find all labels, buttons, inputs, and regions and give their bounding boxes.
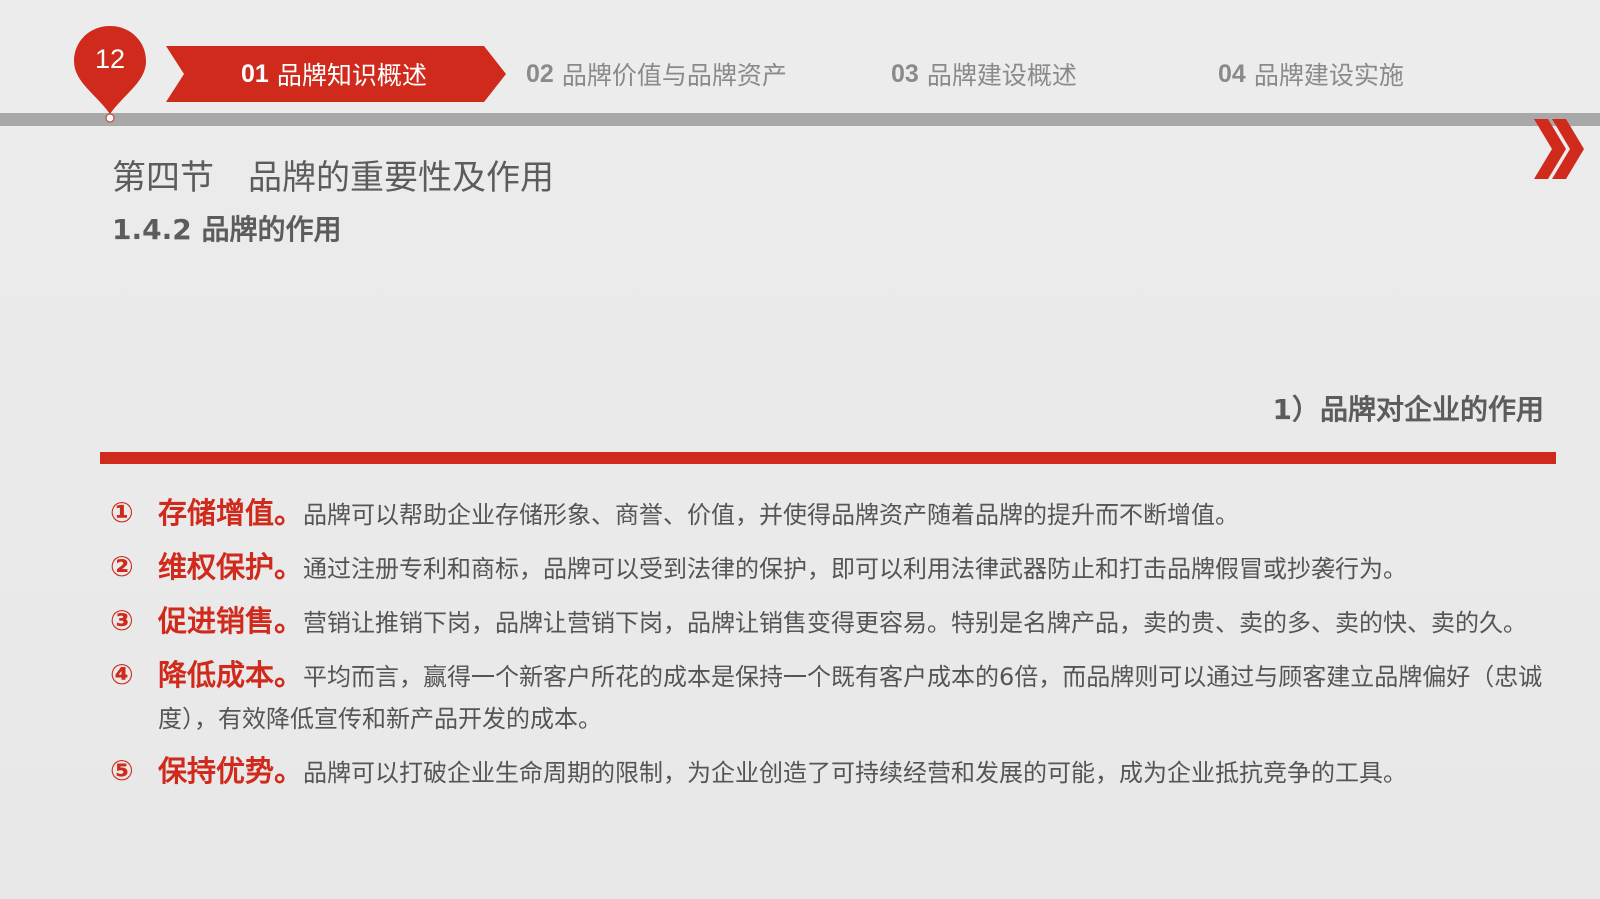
tab-number: 01 xyxy=(241,59,269,88)
next-slide-button[interactable] xyxy=(1532,117,1584,181)
item-number: ① xyxy=(110,496,134,529)
item-number: ⑤ xyxy=(110,754,134,787)
list-item: ⑤ 保持优势。品牌可以打破企业生命周期的限制，为企业创造了可持续经营和发展的可能… xyxy=(110,750,1558,794)
list-item: ④ 降低成本。平均而言，赢得一个新客户所花的成本是保持一个既有客户成本的6倍，而… xyxy=(110,654,1558,740)
tab-01-brand-knowledge[interactable]: 01 品牌知识概述 xyxy=(166,46,506,102)
item-number: ③ xyxy=(110,604,134,637)
item-label: 存储增值。 xyxy=(158,496,304,530)
list-item: ③ 促进销售。营销让推销下岗，品牌让营销下岗，品牌让销售变得更容易。特别是名牌产… xyxy=(110,600,1558,644)
double-chevron-right-icon xyxy=(1534,119,1584,179)
tab-03-brand-building-overview[interactable]: 03 品牌建设概述 xyxy=(891,46,1077,102)
function-list: ① 存储增值。品牌可以帮助企业存储形象、商誉、价值，并使得品牌资产随着品牌的提升… xyxy=(110,492,1558,804)
top-divider xyxy=(0,113,1600,126)
item-number: ④ xyxy=(110,658,134,691)
item-text: 通过注册专利和商标，品牌可以受到法律的保护，即可以利用法律武器防止和打击品牌假冒… xyxy=(303,555,1408,583)
list-item: ① 存储增值。品牌可以帮助企业存储形象、商誉、价值，并使得品牌资产随着品牌的提升… xyxy=(110,492,1558,536)
item-text: 平均而言，赢得一个新客户所花的成本是保持一个既有客户成本的6倍，而品牌则可以通过… xyxy=(158,663,1543,733)
tab-number: 02 xyxy=(526,59,554,88)
slide: 12 01 品牌知识概述 02 品牌价值与品牌资产 03 品牌建设概述 04 品… xyxy=(0,0,1600,899)
item-text: 营销让推销下岗，品牌让营销下岗，品牌让销售变得更容易。特别是名牌产品，卖的贵、卖… xyxy=(303,609,1528,637)
tab-02-brand-value[interactable]: 02 品牌价值与品牌资产 xyxy=(526,46,787,102)
tab-04-brand-building-implementation[interactable]: 04 品牌建设实施 xyxy=(1218,46,1404,102)
page-number-pin: 12 xyxy=(72,24,148,124)
tab-label: 品牌建设概述 xyxy=(926,61,1077,90)
section-subtitle: 1.4.2 品牌的作用 xyxy=(112,213,342,246)
page-number: 12 xyxy=(94,44,126,74)
item-number: ② xyxy=(110,550,134,583)
item-label: 促进销售。 xyxy=(158,604,304,638)
tab-label: 品牌价值与品牌资产 xyxy=(561,61,787,90)
tab-label: 品牌知识概述 xyxy=(276,61,427,90)
item-label: 降低成本。 xyxy=(158,658,304,692)
list-item: ② 维权保护。通过注册专利和商标，品牌可以受到法律的保护，即可以利用法律武器防止… xyxy=(110,546,1558,590)
item-text: 品牌可以打破企业生命周期的限制，为企业创造了可持续经营和发展的可能，成为企业抵抗… xyxy=(303,759,1408,787)
section-title: 第四节 品牌的重要性及作用 xyxy=(112,158,554,198)
tab-number: 04 xyxy=(1218,59,1246,88)
item-text: 品牌可以帮助企业存储形象、商誉、价值，并使得品牌资产随着品牌的提升而不断增值。 xyxy=(303,501,1240,529)
tab-label: 品牌建设实施 xyxy=(1253,61,1404,90)
map-pin-icon xyxy=(74,26,146,123)
tab-number: 03 xyxy=(891,59,919,88)
item-label: 保持优势。 xyxy=(158,754,304,788)
point-heading: 1）品牌对企业的作用 xyxy=(1272,393,1544,426)
item-label: 维权保护。 xyxy=(158,550,304,584)
red-divider xyxy=(100,452,1556,464)
